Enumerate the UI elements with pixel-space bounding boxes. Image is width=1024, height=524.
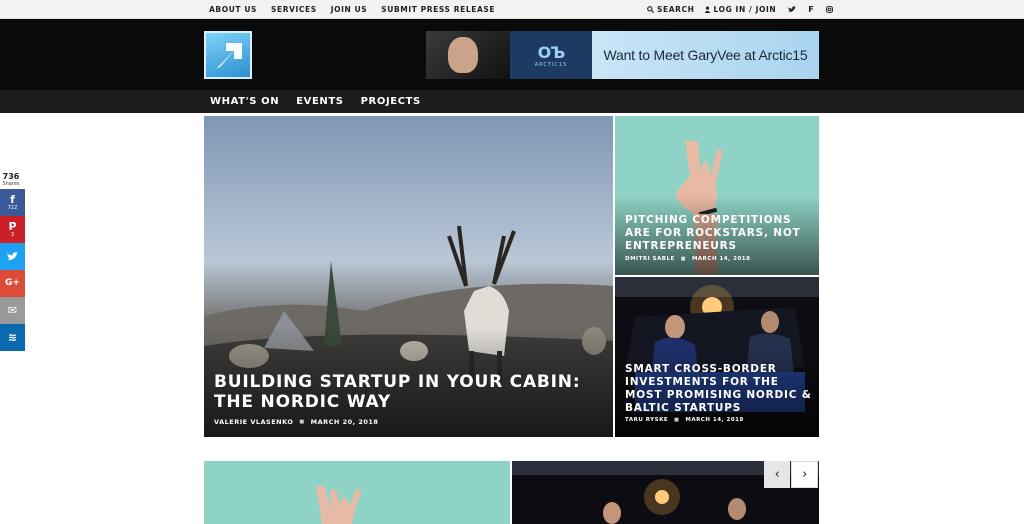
share-googleplus-button[interactable]: G+	[0, 270, 25, 297]
brand-mark: ОЪ	[537, 42, 566, 62]
rock-hand-image	[316, 486, 362, 524]
top-link-submit-press[interactable]: SUBMIT PRESS RELEASE	[381, 5, 495, 14]
facebook-share-count: 722	[7, 205, 18, 211]
nav-item-events[interactable]: EVENTS	[296, 96, 343, 107]
side1-title[interactable]: PITCHING COMPETITIONS ARE FOR ROCKSTARS,…	[625, 214, 810, 253]
carousel-card-1[interactable]	[204, 461, 510, 524]
side-card-pitching[interactable]: PITCHING COMPETITIONS ARE FOR ROCKSTARS,…	[615, 116, 819, 275]
brand-subtitle: ARCTIC15	[534, 61, 568, 68]
site-header: ОЪ ARCTIC15 Want to Meet GaryVee at Arct…	[0, 19, 1024, 90]
side1-date: MARCH 14, 2018	[691, 256, 751, 262]
share-count: 736 Shares	[0, 172, 22, 187]
separator: ■	[680, 256, 686, 262]
email-icon: ✉	[7, 304, 18, 317]
side1-meta: DMITRI SABLE ■ MARCH 14, 2018	[625, 256, 750, 262]
share-email-button[interactable]: ✉	[0, 297, 25, 324]
twitter-icon[interactable]	[788, 6, 797, 13]
feature-author[interactable]: VALERIE VLASENKO	[214, 418, 293, 426]
site-logo[interactable]	[204, 31, 252, 79]
pinterest-icon: P	[8, 220, 17, 233]
share-count-label: Shares	[2, 181, 20, 187]
side1-author[interactable]: DMITRI SABLE	[625, 256, 675, 262]
login-label: LOG IN / JOIN	[713, 5, 777, 14]
googleplus-icon: G+	[5, 278, 20, 288]
banner-text-area: Want to Meet GaryVee at Arctic15	[592, 31, 819, 79]
top-link-services[interactable]: SERVICES	[271, 5, 317, 14]
search-label: SEARCH	[657, 5, 695, 14]
user-icon	[704, 6, 710, 13]
banner-brand: ОЪ ARCTIC15	[510, 31, 592, 79]
nav-item-whats-on[interactable]: WHAT'S ON	[210, 96, 279, 107]
facebook-icon[interactable]: f	[808, 5, 814, 14]
top-link-about[interactable]: ABOUT US	[209, 5, 257, 14]
separator: ■	[674, 417, 680, 423]
pinterest-share-count: 3	[10, 232, 15, 238]
banner-text: Want to Meet GaryVee at Arctic15	[603, 47, 808, 63]
chevron-left-icon: ‹	[774, 467, 780, 482]
login-button[interactable]: LOG IN / JOIN	[704, 5, 777, 14]
banner-photo	[426, 31, 510, 79]
main-nav: WHAT'S ON EVENTS PROJECTS	[0, 90, 1024, 113]
side-card-investments[interactable]: SMART CROSS-BORDER INVESTMENTS FOR THE M…	[615, 277, 819, 437]
carousel-arrows: ‹ ›	[764, 461, 819, 488]
nav-item-projects[interactable]: PROJECTS	[361, 96, 421, 107]
top-utility-bar: ABOUT US SERVICES JOIN US SUBMIT PRESS R…	[0, 0, 1024, 19]
side2-date: MARCH 14, 2018	[685, 417, 744, 423]
instagram-icon[interactable]	[826, 6, 834, 13]
ad-banner[interactable]: ОЪ ARCTIC15 Want to Meet GaryVee at Arct…	[426, 31, 819, 79]
feature-meta: VALERIE VLASENKO ■ MARCH 20, 2018	[214, 418, 378, 426]
carousel-next-button[interactable]: ›	[791, 461, 818, 488]
feature-date: MARCH 20, 2018	[310, 418, 379, 426]
separator: ■	[299, 419, 305, 425]
share-bar: 736 Shares f 722 P 3 G+ ✉ ≋	[0, 172, 25, 351]
top-nav: ABOUT US SERVICES JOIN US SUBMIT PRESS R…	[209, 0, 495, 19]
chevron-right-icon: ›	[802, 467, 808, 482]
arrow-logo-icon	[216, 43, 242, 69]
share-pinterest-button[interactable]: P 3	[0, 216, 25, 243]
share-count-number: 736	[2, 172, 20, 181]
share-sumome-button[interactable]: ≋	[0, 324, 25, 351]
carousel-prev-button[interactable]: ‹	[764, 461, 791, 488]
top-link-join[interactable]: JOIN US	[331, 5, 368, 14]
search-icon	[647, 6, 654, 13]
share-facebook-button[interactable]: f 722	[0, 189, 25, 216]
facebook-icon: f	[10, 193, 15, 206]
search-button[interactable]: SEARCH	[647, 5, 695, 14]
side2-author[interactable]: TARU RYSKE	[625, 417, 668, 423]
feature-card[interactable]: BUILDING STARTUP IN YOUR CABIN: THE NORD…	[204, 116, 613, 437]
top-actions: SEARCH LOG IN / JOIN f	[647, 0, 834, 19]
sumome-icon: ≋	[7, 331, 18, 344]
twitter-icon	[7, 252, 18, 261]
feature-title[interactable]: BUILDING STARTUP IN YOUR CABIN: THE NORD…	[214, 372, 594, 412]
side2-meta: TARU RYSKE ■ MARCH 14, 2018	[625, 417, 744, 423]
side2-title[interactable]: SMART CROSS-BORDER INVESTMENTS FOR THE M…	[625, 363, 813, 415]
share-twitter-button[interactable]	[0, 243, 25, 270]
